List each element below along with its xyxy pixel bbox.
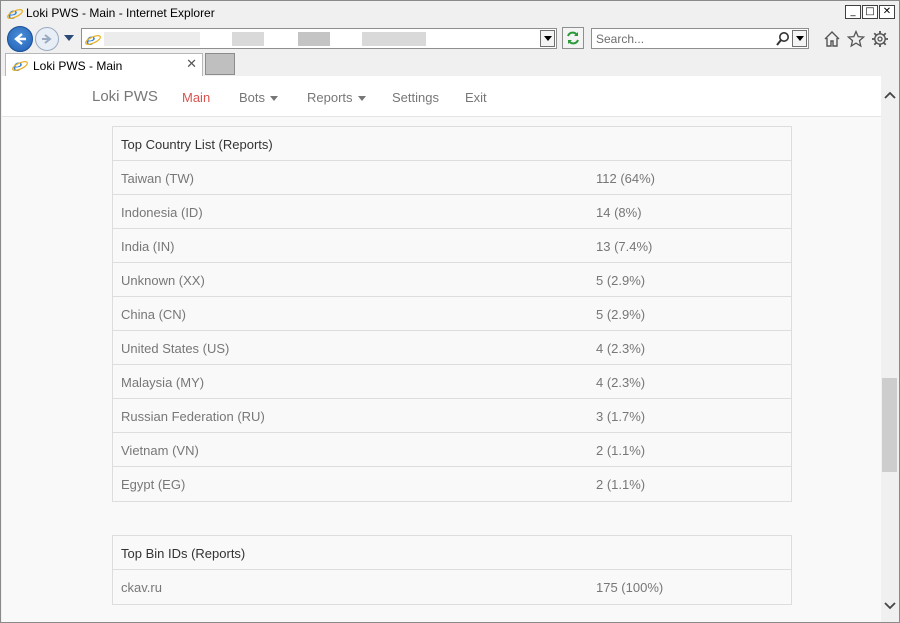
report-count: 13 (7.4%) [596,239,653,254]
country-name: Unknown (XX) [121,273,205,288]
internet-explorer-icon: e [7,5,23,21]
app-brand[interactable]: Loki PWS [92,88,158,105]
browser-window: e Loki PWS - Main - Internet Explorer _ … [0,0,900,623]
country-name: United States (US) [121,341,230,356]
tab-strip: e Loki PWS - Main ✕ [1,52,899,76]
report-count: 4 (2.3%) [596,341,646,356]
page-favicon-icon: e [12,57,28,73]
country-name: Vietnam (VN) [121,443,199,458]
table-row: ckav.ru 175 (100%) [113,570,791,604]
top-country-panel: Top Country List (Reports) Taiwan (TW) 11… [112,126,792,502]
address-dropdown-button[interactable] [540,30,555,47]
browser-toolbar: e [1,25,899,52]
compatibility-refresh-button[interactable] [562,27,584,49]
favorites-star-icon[interactable] [847,30,865,48]
tab-label: Loki PWS - Main [33,59,123,73]
refresh-icon [567,31,579,45]
country-name: Taiwan (TW) [121,171,194,186]
tab-loki-pws-main[interactable]: e Loki PWS - Main ✕ [5,53,203,76]
scroll-down-button[interactable] [881,597,898,614]
history-dropdown-icon[interactable] [64,35,74,41]
caret-down-icon [357,96,366,102]
report-count: 4 (2.3%) [596,375,646,390]
report-count: 5 (2.9%) [596,307,646,322]
table-row: Malaysia (MY) 4 (2.3%) [113,365,791,399]
table-row: Taiwan (TW) 112 (64%) [113,161,791,195]
back-arrow-icon [14,33,26,45]
table-row: Indonesia (ID) 14 (8%) [113,195,791,229]
tab-close-icon[interactable]: ✕ [186,57,197,72]
vertical-scrollbar[interactable] [881,76,898,622]
country-name: India (IN) [121,239,175,254]
scroll-thumb[interactable] [882,378,897,472]
bin-id: ckav.ru [121,580,162,595]
search-dropdown-button[interactable] [792,30,807,47]
table-row: India (IN) 13 (7.4%) [113,229,791,263]
minimize-button[interactable]: _ [845,5,861,19]
scroll-up-button[interactable] [881,86,898,103]
country-name: Malaysia (MY) [121,375,205,390]
caret-down-icon [270,96,279,102]
home-icon[interactable] [823,30,841,48]
redacted-url-segment [232,32,264,46]
nav-reports[interactable]: Reports [307,90,366,105]
page-viewport: Loki PWS Main Bots Reports Settings Exit… [2,76,898,622]
address-bar[interactable]: e [81,28,557,49]
chevron-up-icon [883,91,896,99]
maximize-button[interactable]: □ [862,5,878,19]
nav-settings[interactable]: Settings [392,90,439,105]
nav-bots[interactable]: Bots [239,90,279,105]
chevron-down-icon [883,601,896,609]
page-icon: e [85,31,101,47]
search-box[interactable] [591,28,809,49]
redacted-url-segment [298,32,330,46]
nav-main[interactable]: Main [182,90,210,105]
report-count: 3 (1.7%) [596,409,646,424]
table-row: United States (US) 4 (2.3%) [113,331,791,365]
search-input[interactable] [596,31,771,46]
app-navbar: Loki PWS Main Bots Reports Settings Exit [2,76,881,117]
panel-title: Top Bin IDs (Reports) [113,536,791,570]
table-row: Vietnam (VN) 2 (1.1%) [113,433,791,467]
settings-gear-icon[interactable] [871,30,889,48]
country-name: Egypt (EG) [121,477,186,492]
chevron-down-icon [543,36,552,41]
table-row: Unknown (XX) 5 (2.9%) [113,263,791,297]
table-row: Russian Federation (RU) 3 (1.7%) [113,399,791,433]
report-count: 175 (100%) [596,580,664,595]
report-count: 112 (64%) [596,171,656,186]
country-name: China (CN) [121,307,187,322]
country-name: Indonesia (ID) [121,205,203,220]
forward-button[interactable] [35,27,59,51]
title-bar: e Loki PWS - Main - Internet Explorer _ … [1,1,899,25]
report-count: 14 (8%) [596,205,642,220]
close-button[interactable]: ✕ [879,5,895,19]
window-title: Loki PWS - Main - Internet Explorer [26,6,215,20]
table-row: China (CN) 5 (2.9%) [113,297,791,331]
redacted-url-segment [362,32,426,46]
new-tab-button[interactable] [205,53,235,75]
chevron-down-icon [795,36,804,41]
panel-title: Top Country List (Reports) [113,127,791,161]
report-count: 5 (2.9%) [596,273,646,288]
report-count: 2 (1.1%) [596,443,646,458]
report-count: 2 (1.1%) [596,477,646,492]
table-row: Egypt (EG) 2 (1.1%) [113,467,791,501]
forward-arrow-icon [42,34,52,44]
nav-exit[interactable]: Exit [465,90,487,105]
back-button[interactable] [7,26,33,52]
search-icon[interactable] [775,31,791,47]
top-bin-ids-panel: Top Bin IDs (Reports) ckav.ru 175 (100%) [112,535,792,605]
country-name: Russian Federation (RU) [121,409,265,424]
redacted-url-segment [104,32,200,46]
